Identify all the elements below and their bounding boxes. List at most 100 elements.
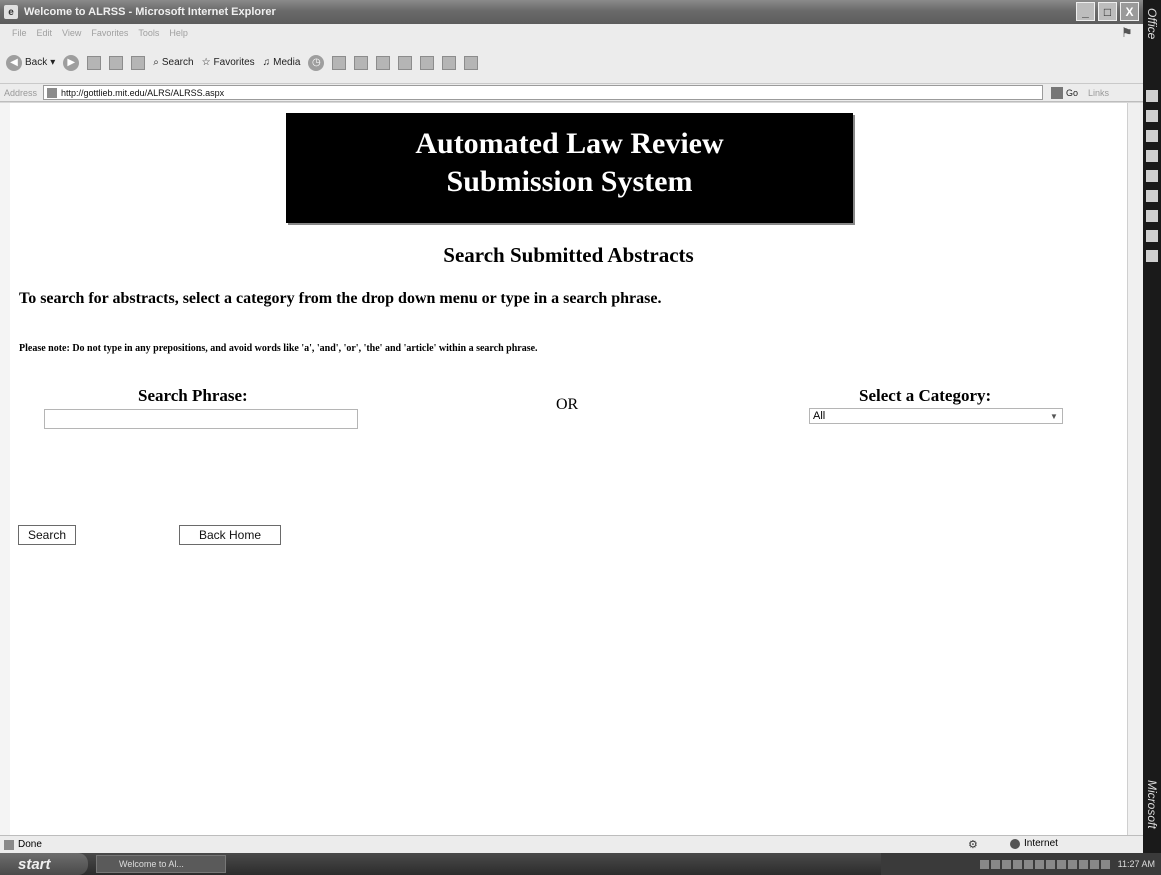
clock[interactable]: 11:27 AM [1118,859,1155,869]
tray-icon[interactable] [990,859,1000,869]
office-app-icon[interactable] [1146,210,1158,222]
address-label: Address [4,87,38,98]
office-app-icon[interactable] [1146,190,1158,202]
tray-icon[interactable] [1056,859,1066,869]
forward-button[interactable]: ▶ [63,54,80,71]
start-button[interactable]: start [0,853,88,875]
minimize-button[interactable]: _ [1076,2,1095,21]
menu-bar: File Edit View Favorites Tools Help ⚑ [0,24,1143,42]
vertical-scrollbar[interactable] [1127,103,1143,835]
research-icon[interactable] [420,55,435,70]
tray-icon[interactable] [1078,859,1088,869]
window-controls: _ □ X [1076,2,1139,21]
network-icon: ⚙ [968,839,978,851]
back-label: Back [25,57,48,68]
go-label: Go [1066,87,1079,98]
globe-icon [1010,838,1020,849]
status-text: Done [18,839,42,850]
media-icon: ♫ [262,57,271,68]
back-home-button[interactable]: Back Home [179,525,281,545]
history-icon[interactable]: ◷ [308,54,325,71]
office-app-icon[interactable] [1146,170,1158,182]
go-arrow-icon [1051,86,1064,99]
search-toolbar-button[interactable]: ⌕ Search [153,57,193,68]
office-app-icon[interactable] [1146,230,1158,242]
office-app-icon[interactable] [1146,150,1158,162]
tray-icon[interactable] [1067,859,1077,869]
window-title-bar[interactable]: e Welcome to ALRSS - Microsoft Internet … [0,0,1143,24]
browser-toolbar: ◀ Back ▾ ▶ ⌕ Search ☆ Favorites ♫ Media … [0,42,1143,84]
tray-icon[interactable] [1100,859,1110,869]
page-icon [47,87,58,98]
internet-explorer-icon: e [4,5,18,19]
tray-icon[interactable] [1045,859,1055,869]
windows-flag-icon: ⚑ [1121,25,1133,40]
search-phrase-label: Search Phrase: [138,386,248,405]
search-icon: ⌕ [153,57,159,68]
stop-icon[interactable] [87,55,102,70]
system-tray: 11:27 AM [881,853,1161,875]
links-button[interactable]: Links [1088,88,1109,98]
menu-file[interactable]: File [12,28,27,38]
menu-tools[interactable]: Tools [138,28,159,38]
page-done-icon [4,839,14,850]
tray-icon[interactable] [979,859,989,869]
office-shortcut-bar: Office Microsoft [1143,0,1161,860]
favorites-button[interactable]: ☆ Favorites [202,57,255,68]
close-button[interactable]: X [1120,2,1139,21]
search-toolbar-label: Search [161,57,194,68]
search-instructions: To search for abstracts, select a catego… [19,290,662,307]
media-label: Media [273,57,301,68]
back-dropdown-icon[interactable]: ▾ [50,57,55,68]
banner-title-line1: Automated Law Review [415,127,724,160]
category-label: Select a Category: [859,386,992,405]
banner-title-line2: Submission System [446,165,693,198]
restore-button[interactable]: □ [1098,2,1117,21]
mail-icon[interactable] [332,55,347,70]
office-app-icon[interactable] [1146,90,1158,102]
print-icon[interactable] [354,55,369,70]
discuss-icon[interactable] [398,55,413,70]
page-left-margin [0,103,10,835]
search-note: Please note: Do not type in any preposit… [19,343,538,354]
search-button[interactable]: Search [18,525,76,545]
category-selected-value: All [813,410,826,422]
category-select[interactable]: All ▼ [809,408,1063,424]
address-input[interactable]: http://gottlieb.mit.edu/ALRS/ALRSS.aspx [43,85,1044,100]
star-icon: ☆ [201,57,211,68]
menu-edit[interactable]: Edit [37,28,53,38]
office-app-icon[interactable] [1146,110,1158,122]
status-bar: Done ⚙ Internet [0,835,1143,853]
web-page: Automated Law Review Submission System S… [10,103,1127,835]
menu-favorites[interactable]: Favorites [91,28,128,38]
refresh-icon[interactable] [109,55,124,70]
tray-icon[interactable] [1089,859,1099,869]
messenger-chat-icon[interactable] [464,55,479,70]
zone-label: Internet [1024,838,1058,849]
home-icon[interactable] [131,55,146,70]
menu-view[interactable]: View [62,28,81,38]
tray-icon[interactable] [1001,859,1011,869]
window-title: Welcome to ALRSS - Microsoft Internet Ex… [24,6,276,18]
favorites-label: Favorites [213,57,255,68]
go-button[interactable]: Go [1051,86,1079,99]
tray-icon[interactable] [1034,859,1044,869]
taskbar: start Welcome to Al... 11:27 AM [0,853,1161,875]
microsoft-label: Microsoft [1145,780,1159,829]
page-title: Search Submitted Abstracts [443,243,694,267]
media-button[interactable]: ♫ Media [263,57,301,68]
address-bar: Address http://gottlieb.mit.edu/ALRS/ALR… [0,84,1143,102]
messenger-icon[interactable] [442,55,457,70]
chevron-down-icon[interactable]: ▼ [1048,410,1060,422]
menu-help[interactable]: Help [169,28,188,38]
office-app-icon[interactable] [1146,130,1158,142]
taskbar-item-ie[interactable]: Welcome to Al... [96,855,226,873]
office-app-icon[interactable] [1146,250,1158,262]
or-separator: OR [556,396,579,413]
tray-icon[interactable] [1012,859,1022,869]
tray-icon[interactable] [1023,859,1033,869]
address-url: http://gottlieb.mit.edu/ALRS/ALRSS.aspx [61,87,225,98]
back-button[interactable]: ◀ Back ▾ [6,54,55,71]
search-phrase-input[interactable] [44,409,358,429]
edit-icon[interactable] [376,55,391,70]
